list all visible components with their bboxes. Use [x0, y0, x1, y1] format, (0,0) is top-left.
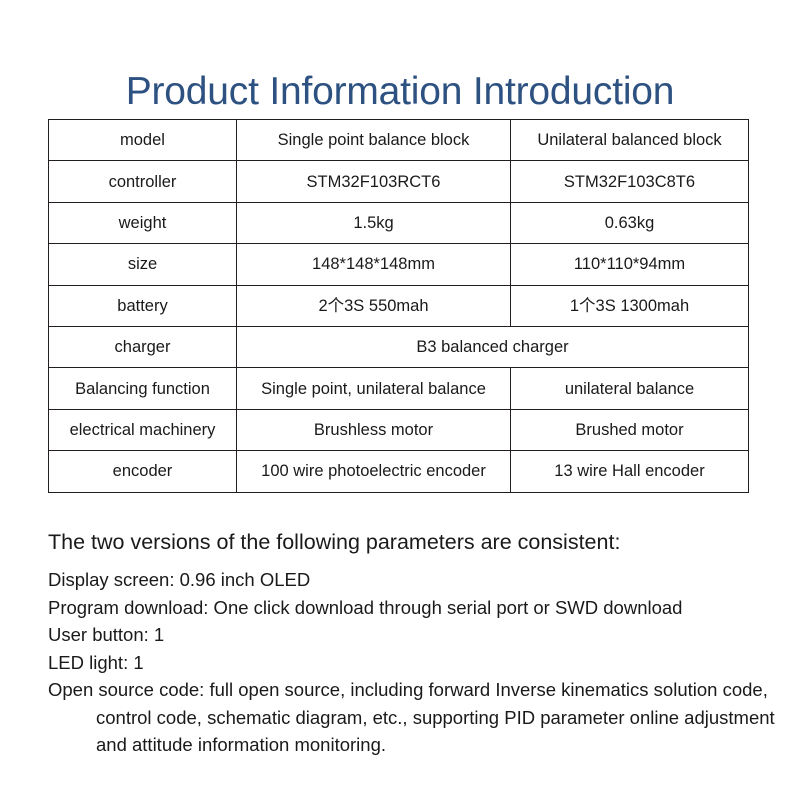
table-row: electrical machinery Brushless motor Brush… [48, 408, 749, 452]
spec-label-cell: electrical machinery [48, 408, 237, 452]
spec-label-cell: battery [48, 284, 237, 327]
table-row: encoder 100 wire photoelectric encoder 13 … [48, 450, 749, 493]
product-info-page: Product Information Introduction model Si… [0, 0, 800, 800]
table-row: weight 1.5kg 0.63kg [48, 201, 749, 245]
spec-value-cell-single-point: Brushless motor [236, 408, 511, 452]
spec-value-cell-unilateral: 1个3S 1300mah [510, 284, 749, 327]
spec-value-cell-unilateral: Brushed motor [510, 408, 749, 452]
spec-label-cell: model [48, 118, 237, 162]
specification-table-body: model Single point balance block Unilatera… [48, 118, 749, 493]
spec-value-cell-unilateral: Unilateral balanced block [510, 118, 749, 162]
spec-value-cell-single-point: 1.5kg [236, 201, 511, 245]
spec-value-cell-single-point: Single point, unilateral balance [236, 367, 511, 410]
specification-table-container: model Single point balance block Unilatera… [48, 118, 749, 493]
specification-table: model Single point balance block Unilatera… [48, 118, 749, 493]
spec-label-cell: controller [48, 160, 237, 203]
shared-parameter-line: User button: 1 [48, 624, 165, 645]
spec-value-cell-single-point: 100 wire photoelectric encoder [236, 450, 511, 493]
spec-value-cell-unilateral: STM32F103C8T6 [510, 160, 749, 203]
spec-label-cell: Balancing function [48, 367, 237, 410]
spec-value-cell-unilateral: 110*110*94mm [510, 243, 749, 286]
spec-value-cell-merged: B3 balanced charger [236, 325, 749, 369]
shared-parameter-line: Display screen: 0.96 inch OLED [48, 569, 311, 590]
table-row: model Single point balance block Unilatera… [48, 118, 749, 162]
table-row: Balancing function Single point, unilater… [48, 367, 749, 410]
shared-parameter-line: Program download: One click download thr… [48, 596, 683, 618]
spec-value-cell-single-point: Single point balance block [236, 118, 511, 162]
shared-parameters-list: Display screen: 0.96 inch OLED Program do… [48, 566, 782, 676]
spec-value-cell-unilateral: unilateral balance [510, 367, 749, 410]
spec-label-cell: encoder [48, 450, 237, 493]
table-row: charger B3 balanced charger [48, 325, 749, 369]
spec-value-cell-single-point: 148*148*148mm [236, 243, 511, 286]
page-title: Product Information Introduction [125, 70, 675, 114]
table-row: size 148*148*148mm 110*110*94mm [48, 243, 749, 286]
shared-parameter-line: LED light: 1 [48, 651, 144, 673]
shared-parameters-section: The two versions of the following parame… [48, 527, 782, 759]
spec-label-cell: charger [48, 325, 237, 369]
table-row: battery 2个3S 550mah 1个3S 1300mah [48, 284, 749, 327]
spec-label-cell: size [48, 243, 237, 286]
shared-parameters-heading: The two versions of the following parame… [48, 530, 621, 554]
spec-value-cell-single-point: 2个3S 550mah [236, 284, 511, 327]
spec-value-cell-unilateral: 13 wire Hall encoder [510, 450, 749, 493]
table-row: controller STM32F103RCT6 STM32F103C8T6 [48, 160, 749, 203]
open-source-code-paragraph: Open source code: full open source, incl… [48, 679, 775, 755]
spec-value-cell-unilateral: 0.63kg [510, 201, 749, 245]
spec-label-cell: weight [48, 201, 237, 245]
spec-value-cell-single-point: STM32F103RCT6 [236, 160, 511, 203]
